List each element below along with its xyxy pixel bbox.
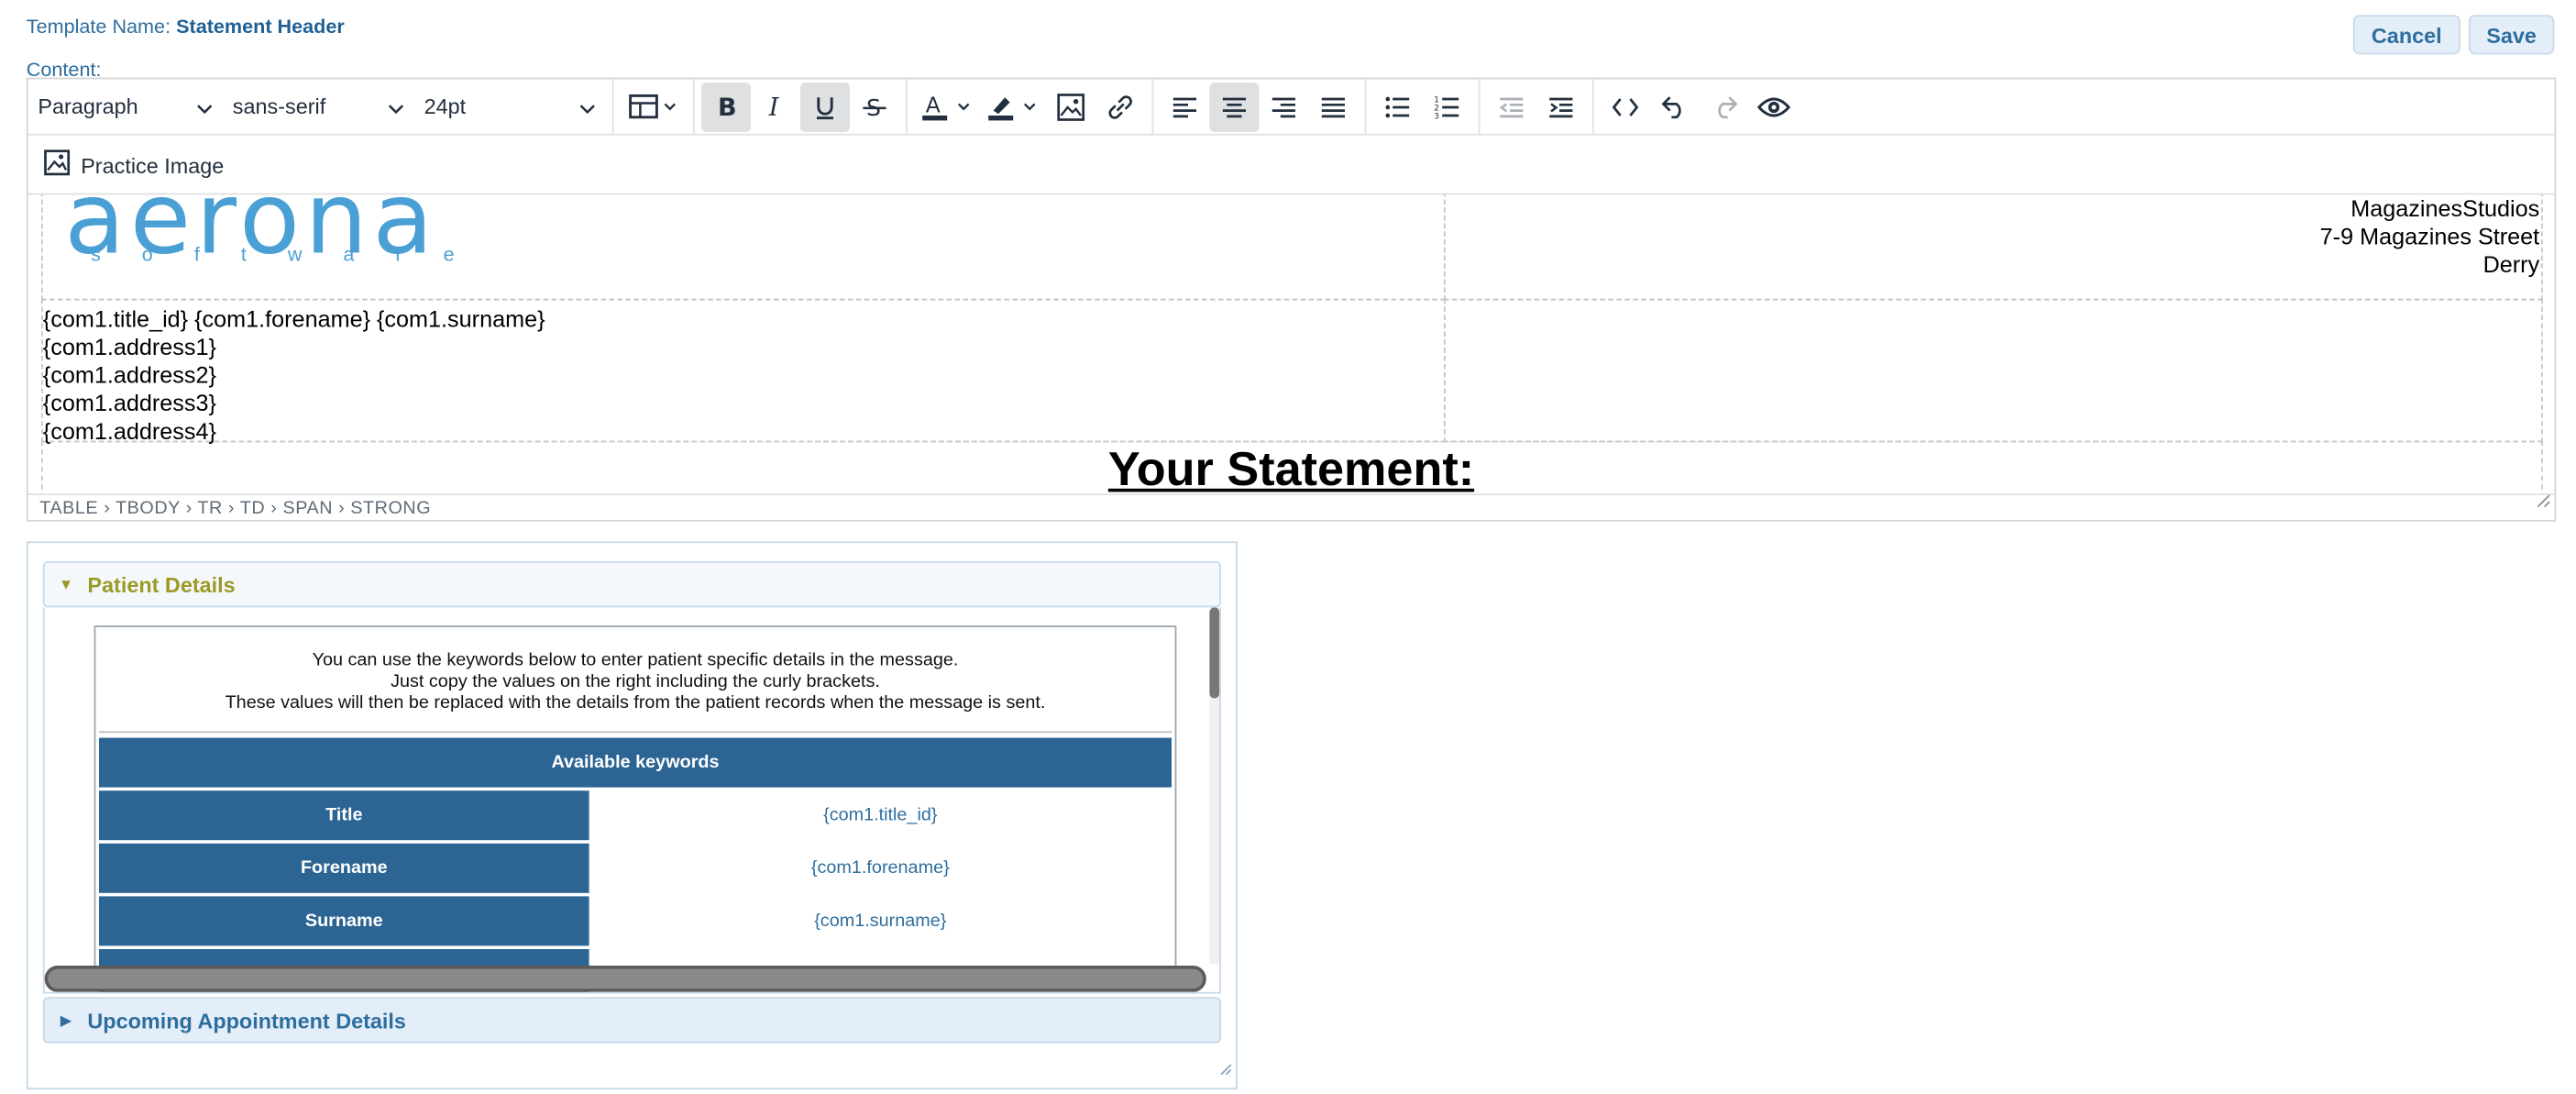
company-logo-subtext: software bbox=[91, 242, 496, 266]
keyword-value[interactable]: {com1.surname} bbox=[589, 896, 1172, 945]
caret-right-icon: ▶ bbox=[60, 1011, 72, 1028]
image-icon[interactable] bbox=[1046, 82, 1095, 131]
address-line: MagazinesStudios bbox=[2350, 194, 2540, 222]
font-family-value: sans-serif bbox=[232, 94, 326, 119]
patient-line: {com1.title_id} {com1.forename} {com1.su… bbox=[42, 305, 545, 332]
keyword-value[interactable]: {com1.title_id} bbox=[589, 790, 1172, 840]
editor-toolbar: Paragraph sans-serif 24pt B I S A 1 2 3 bbox=[28, 78, 2555, 136]
numbered-list-icon[interactable]: 123 bbox=[1423, 82, 1472, 131]
instruction-line: You can use the keywords below to enter … bbox=[312, 650, 959, 670]
editor-content[interactable]: aerona software MagazinesStudios 7-9 Mag… bbox=[28, 194, 2555, 494]
cancel-button[interactable]: Cancel bbox=[2352, 15, 2460, 55]
keywords-instructions: You can use the keywords below to enter … bbox=[95, 650, 1174, 714]
code-icon[interactable] bbox=[1601, 82, 1650, 131]
image-icon bbox=[43, 149, 72, 182]
redo-icon[interactable] bbox=[1700, 82, 1749, 131]
keywords-table-header: Available keywords bbox=[99, 737, 1172, 788]
vertical-scrollbar-thumb[interactable] bbox=[1209, 607, 1220, 699]
practice-image-button[interactable]: Practice Image bbox=[28, 137, 2555, 195]
instruction-line: Just copy the values on the right includ… bbox=[391, 671, 880, 692]
svg-text:B: B bbox=[718, 94, 737, 120]
table-row: Forename {com1.forename} bbox=[99, 843, 1172, 893]
font-size-select[interactable]: 24pt bbox=[414, 83, 606, 129]
underline-icon[interactable] bbox=[800, 82, 850, 132]
text-color-icon[interactable]: A bbox=[914, 82, 980, 131]
font-size-value: 24pt bbox=[424, 94, 467, 119]
keywords-box: You can use the keywords below to enter … bbox=[94, 625, 1177, 992]
resize-handle-icon[interactable] bbox=[1219, 1055, 1232, 1084]
caret-down-icon: ▼ bbox=[58, 576, 74, 593]
link-icon[interactable] bbox=[1095, 82, 1145, 131]
patient-line: {com1.address4} bbox=[42, 417, 216, 445]
align-justify-icon[interactable] bbox=[1308, 82, 1358, 131]
keyword-name: Forename bbox=[99, 843, 589, 893]
indent-icon[interactable] bbox=[1536, 82, 1586, 131]
practice-image-label: Practice Image bbox=[81, 152, 225, 178]
keyword-name: Surname bbox=[99, 896, 589, 946]
save-button[interactable]: Save bbox=[2468, 15, 2555, 55]
accordion-upcoming-appointment[interactable]: ▶ Upcoming Appointment Details bbox=[42, 997, 1221, 1044]
italic-icon[interactable]: I bbox=[751, 82, 800, 131]
table-row: Surname {com1.surname} bbox=[99, 896, 1172, 946]
template-name: Template Name: Statement Header bbox=[27, 15, 345, 38]
address-line: 7-9 Magazines Street bbox=[2319, 223, 2540, 249]
rich-text-editor: Paragraph sans-serif 24pt B I S A 1 2 3 … bbox=[26, 77, 2557, 522]
keywords-accordion: ▼ Patient Details You can use the keywor… bbox=[26, 541, 1238, 1089]
element-path: TABLE › TBODY › TR › TD › SPAN › STRONG bbox=[28, 493, 2555, 522]
table-icon[interactable] bbox=[621, 82, 687, 131]
template-name-label: Template Name: bbox=[26, 15, 171, 39]
chevron-down-icon bbox=[579, 94, 596, 119]
statement-title: Your Statement: bbox=[1107, 444, 1475, 494]
keyword-value[interactable]: {com1.forename} bbox=[589, 844, 1172, 893]
bold-icon[interactable]: B bbox=[701, 82, 751, 132]
patient-line: {com1.address2} bbox=[42, 361, 216, 388]
accordion-title: Patient Details bbox=[87, 571, 236, 597]
keyword-name: Title bbox=[99, 790, 589, 841]
patient-line: {com1.address3} bbox=[42, 389, 216, 416]
chevron-down-icon bbox=[388, 94, 404, 119]
patient-details-panel: You can use the keywords below to enter … bbox=[42, 607, 1221, 994]
horizontal-scrollbar[interactable] bbox=[44, 966, 1206, 992]
svg-text:I: I bbox=[768, 94, 780, 120]
chevron-down-icon bbox=[196, 94, 213, 119]
accordion-title: Upcoming Appointment Details bbox=[87, 1007, 406, 1033]
svg-text:3: 3 bbox=[1434, 112, 1439, 120]
page: Template Name: Statement Header Content:… bbox=[0, 0, 2576, 1094]
outdent-icon[interactable] bbox=[1487, 82, 1536, 131]
empty-cell bbox=[1444, 298, 2543, 443]
resize-handle-icon[interactable] bbox=[2537, 487, 2551, 516]
patient-address-block: {com1.title_id} {com1.forename} {com1.su… bbox=[43, 305, 545, 446]
svg-text:A: A bbox=[926, 92, 941, 117]
bullet-list-icon[interactable] bbox=[1373, 82, 1423, 131]
divider bbox=[99, 731, 1172, 734]
undo-icon[interactable] bbox=[1650, 82, 1700, 131]
align-center-icon[interactable] bbox=[1209, 82, 1260, 132]
address-line: Derry bbox=[2482, 250, 2540, 278]
instruction-line: These values will then be replaced with … bbox=[225, 693, 1046, 713]
template-name-value: Statement Header bbox=[176, 15, 345, 39]
accordion-patient-details[interactable]: ▼ Patient Details bbox=[42, 561, 1221, 608]
highlight-icon[interactable] bbox=[980, 82, 1046, 131]
align-left-icon[interactable] bbox=[1160, 82, 1209, 131]
align-right-icon[interactable] bbox=[1259, 82, 1308, 131]
patient-line: {com1.address1} bbox=[42, 333, 216, 360]
font-family-select[interactable]: sans-serif bbox=[223, 83, 414, 129]
preview-icon[interactable] bbox=[1749, 82, 1799, 131]
block-format-select[interactable]: Paragraph bbox=[28, 83, 223, 129]
strikethrough-icon[interactable]: S bbox=[850, 82, 899, 131]
table-row: Title {com1.title_id} bbox=[99, 790, 1172, 841]
practice-address: MagazinesStudios 7-9 Magazines Street De… bbox=[2320, 194, 2540, 279]
block-format-value: Paragraph bbox=[38, 94, 138, 119]
